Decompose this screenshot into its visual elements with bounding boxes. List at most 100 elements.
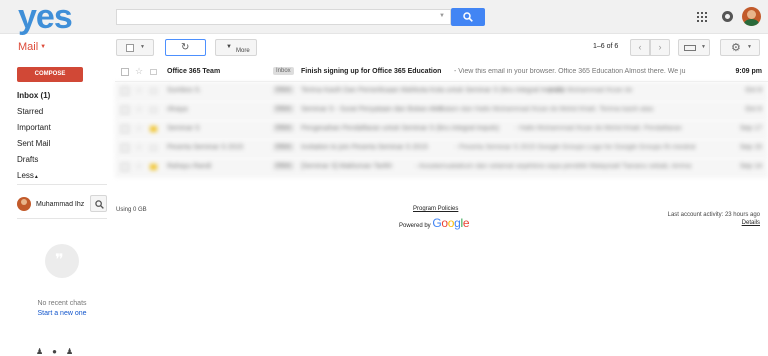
snippet: - Assalamualaikum dan selamat sejahtera … [415, 163, 692, 170]
account-avatar[interactable] [742, 7, 761, 26]
sender: Peserta Seminar S 2015 [167, 144, 244, 151]
chat-search-button[interactable] [90, 195, 107, 212]
search-button[interactable] [451, 8, 485, 26]
powered-by-google: Powered by Google [399, 216, 470, 230]
inbox-label-badge: Inbox [273, 143, 294, 151]
subject: Pengesahan Pendaftaran untuk Seminar S (… [301, 125, 500, 132]
search-icon [95, 200, 104, 209]
hangouts-icon [45, 244, 79, 278]
more-button[interactable]: More ▼ [215, 39, 257, 56]
start-new-chat-link[interactable]: Start a new one [0, 310, 124, 317]
refresh-button[interactable]: ↻ [165, 39, 206, 56]
chevron-down-icon: ▼ [747, 44, 752, 50]
sidebar-item-less[interactable]: Less▲ [17, 171, 39, 180]
older-button[interactable]: ‹ [630, 39, 650, 56]
last-activity: Last account activity: 23 hours ago [667, 212, 760, 218]
program-policies-link[interactable]: Program Policies [413, 206, 458, 212]
message-list: ☆ Office 365 Team Inbox Finish signing u… [115, 63, 768, 177]
importance-marker-icon[interactable] [150, 88, 157, 94]
search-icon [463, 12, 473, 22]
row-checkbox[interactable] [121, 163, 129, 171]
select-all-checkbox[interactable] [126, 44, 134, 52]
hangouts-bubble-icon[interactable]: ● [52, 347, 66, 356]
inbox-label-badge: Inbox [273, 124, 294, 132]
keyboard-icon [684, 45, 696, 51]
star-icon[interactable]: ☆ [135, 142, 143, 153]
star-icon[interactable]: ☆ [135, 123, 143, 134]
chevron-down-icon: ▼ [701, 44, 706, 50]
input-tools-button[interactable]: ▼ [678, 39, 710, 56]
table-row[interactable]: ☆ rilnaya Inbox Seminar S - Surat Penyat… [115, 101, 768, 120]
chevron-left-icon: ‹ [638, 42, 642, 52]
subject: Terima Kasih Dan Pemeriksaan Mahkota Kot… [301, 87, 564, 94]
chevron-down-icon: ▼ [40, 44, 47, 51]
avatar [17, 197, 31, 211]
inbox-label-badge: Inbox [273, 105, 294, 113]
star-icon[interactable]: ☆ [135, 66, 143, 77]
more-label: More [236, 48, 250, 54]
inbox-label-badge: Inbox [273, 162, 294, 170]
table-row[interactable]: ☆ Seminar S Inbox Pengesahan Pendaftaran… [115, 120, 768, 139]
importance-marker-icon[interactable] [150, 164, 157, 170]
row-checkbox[interactable] [121, 68, 129, 76]
sender: Sumbos S. [167, 87, 202, 94]
newer-button[interactable]: › [650, 39, 670, 56]
chat-divider [17, 218, 107, 219]
time: Sep 15 [739, 144, 762, 151]
row-checkbox[interactable] [121, 106, 129, 114]
sidebar-item-drafts[interactable]: Drafts [17, 155, 38, 164]
apps-grid-icon[interactable] [697, 12, 707, 22]
select-button[interactable]: ▼ [116, 39, 154, 56]
inbox-label-badge: Inbox [273, 67, 294, 75]
table-row[interactable]: ☆ Rahayu Randi Inbox [Seminar S] Makluma… [115, 158, 768, 177]
details-link[interactable]: Details [742, 220, 760, 226]
phone-icon[interactable]: ♟ [66, 347, 82, 356]
star-icon[interactable]: ☆ [135, 85, 143, 96]
top-header: yes ▼ [0, 0, 768, 34]
row-checkbox[interactable] [121, 87, 129, 95]
chat-bottom-bar: ♟●♟ [36, 347, 82, 356]
importance-marker-icon[interactable] [150, 69, 157, 75]
refresh-icon: ↻ [181, 42, 190, 53]
time: Oct 8 [745, 87, 762, 94]
sender: rilnaya [167, 106, 188, 113]
importance-marker-icon[interactable] [150, 126, 157, 132]
chevron-down-icon: ▼ [140, 44, 145, 50]
row-checkbox[interactable] [121, 144, 129, 152]
sidebar-item-sent[interactable]: Sent Mail [17, 139, 50, 148]
google-logo: Google [432, 216, 470, 230]
sidebar-divider [17, 184, 107, 185]
settings-button[interactable]: ⚙ ▼ [720, 39, 760, 56]
time: Sep 17 [739, 125, 762, 132]
table-row[interactable]: ☆ Office 365 Team Inbox Finish signing u… [115, 63, 768, 82]
sender: Seminar S [167, 125, 200, 132]
chat-user-name: Muhammad Ihz [36, 201, 85, 208]
importance-marker-icon[interactable] [150, 107, 157, 113]
search-options-chevron-icon[interactable]: ▼ [439, 13, 445, 19]
star-icon[interactable]: ☆ [135, 161, 143, 172]
chevron-up-icon: ▲ [33, 174, 39, 180]
notifications-icon[interactable] [722, 11, 733, 22]
star-icon[interactable]: ☆ [135, 104, 143, 115]
snippet: - Salam dan Hallo Muhammad Ihzan ibi Moh… [435, 106, 654, 113]
subject: Invitation to join Peserta Seminar S 201… [301, 144, 428, 151]
logo[interactable]: yes [18, 0, 73, 34]
importance-marker-icon[interactable] [150, 145, 157, 151]
sidebar-item-important[interactable]: Important [17, 123, 51, 132]
mail-switcher[interactable]: Mail ▼ [18, 41, 46, 53]
sidebar-item-inbox[interactable]: Inbox (1) [17, 91, 50, 100]
subject: Finish signing up for Office 365 Educati… [301, 68, 442, 75]
search-input[interactable]: ▼ [116, 9, 451, 25]
storage-usage: Using 0 GB [116, 207, 147, 213]
compose-button[interactable]: COMPOSE [17, 67, 83, 82]
gear-icon: ⚙ [731, 42, 741, 54]
mail-label: Mail [18, 41, 39, 53]
subject: [Seminar S] Makluman Tarikh [301, 163, 393, 170]
sidebar-item-starred[interactable]: Starred [17, 107, 43, 116]
table-row[interactable]: ☆ Sumbos S. Inbox Terima Kasih Dan Pemer… [115, 82, 768, 101]
row-checkbox[interactable] [121, 125, 129, 133]
chevron-right-icon: › [658, 42, 662, 52]
time: 9:09 pm [735, 68, 762, 75]
person-icon[interactable]: ♟ [36, 347, 52, 356]
table-row[interactable]: ☆ Peserta Seminar S 2015 Inbox Invitatio… [115, 139, 768, 158]
